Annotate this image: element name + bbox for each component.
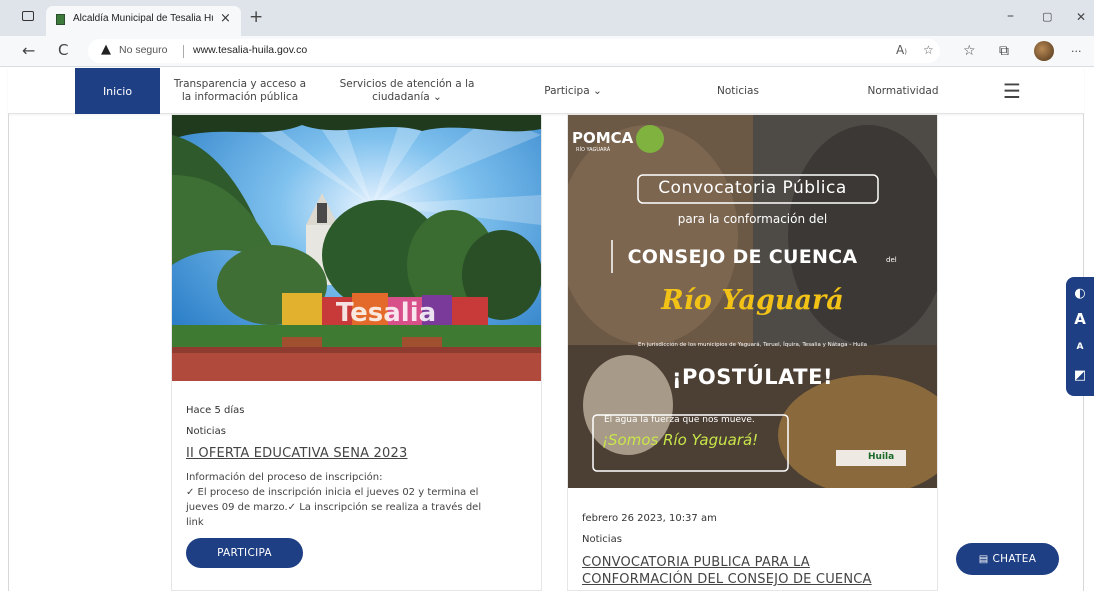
hamburger-menu-icon[interactable]: ☰ xyxy=(1003,79,1021,103)
tab-actions-icon[interactable] xyxy=(22,11,34,21)
browser-tab[interactable]: Alcaldía Municipal de Tesalia Hu × xyxy=(46,6,241,36)
participa-button[interactable]: PARTICIPA xyxy=(186,538,303,568)
poster-consejo: CONSEJO DE CUENCA xyxy=(627,246,858,268)
tesalia-park-photo[interactable]: Tesalia xyxy=(172,115,541,381)
card1-desc-line4: link xyxy=(186,517,204,528)
card2-title-line1[interactable]: CONVOCATORIA PUBLICA PARA LA xyxy=(582,555,810,570)
poster-jurisdiccion: En jurisdicción de los municipios de Yag… xyxy=(637,342,868,348)
card1-title-link[interactable]: II OFERTA EDUCATIVA SENA 2023 xyxy=(186,446,407,461)
nav-transparencia-line1: Transparencia y acceso a xyxy=(173,78,307,90)
nav-transparencia-line2: la información pública xyxy=(181,91,299,103)
nav-servicios-line2: ciudadanía ⌄ xyxy=(372,91,442,103)
nav-item-normatividad[interactable]: Normatividad xyxy=(858,68,948,114)
news-card-sena: Tesalia Hace 5 días Noticias II OFERTA E… xyxy=(171,114,542,591)
url-text[interactable]: www.tesalia-huila.gov.co xyxy=(193,44,307,56)
profile-avatar-icon[interactable] xyxy=(1034,41,1054,61)
poster-rio-yaguara: Río Yaguará xyxy=(661,285,844,316)
more-menu-icon[interactable]: ··· xyxy=(1071,45,1082,58)
nav-item-noticias[interactable]: Noticias xyxy=(698,68,778,114)
browser-address-bar: ← C ▲ No seguro www.tesalia-huila.gov.co… xyxy=(0,36,1094,67)
tab-close-icon[interactable]: × xyxy=(220,11,231,26)
card1-desc-line3: jueves 09 de marzo.✓ La inscripción se r… xyxy=(186,502,482,513)
read-aloud-icon[interactable]: A) xyxy=(896,43,907,57)
accessibility-toolbar: ◐ A A ◩ xyxy=(1066,277,1094,396)
nav-servicios-line1: Servicios de atención a la xyxy=(339,78,475,90)
url-omnibox[interactable]: ▲ No seguro www.tesalia-huila.gov.co A) … xyxy=(88,39,940,63)
reload-icon[interactable]: C xyxy=(58,41,68,59)
back-icon[interactable]: ← xyxy=(22,41,35,60)
card1-desc-line2: ✓ El proceso de inscripción inicia el ju… xyxy=(186,487,479,498)
warning-icon: ▲ xyxy=(101,42,111,57)
nav-item-servicios[interactable]: Servicios de atención a la ciudadanía ⌄ xyxy=(327,68,487,114)
site-navigation: Inicio Transparencia y acceso a la infor… xyxy=(8,68,1084,114)
not-secure-label: No seguro xyxy=(119,44,168,56)
convocatoria-poster[interactable]: POMCA RÍO YAGUARÁ Convocatoria Pública p… xyxy=(568,115,937,488)
poster-huila-logo: Huila xyxy=(868,452,895,462)
close-window-icon[interactable]: ✕ xyxy=(1076,10,1086,24)
card1-description: Información del proceso de inscripción: … xyxy=(186,470,531,530)
photo-sign-text: Tesalia xyxy=(336,298,436,328)
chat-button[interactable]: ▤ CHATEA xyxy=(956,543,1059,575)
card2-category[interactable]: Noticias xyxy=(582,534,622,545)
collections-icon[interactable]: ⧉ xyxy=(999,43,1009,59)
accessibility-extra-icon[interactable]: ◩ xyxy=(1070,365,1090,385)
card1-category[interactable]: Noticias xyxy=(186,426,226,437)
chat-icon: ▤ xyxy=(978,553,989,565)
new-tab-icon[interactable]: + xyxy=(249,7,263,27)
news-card-convocatoria: POMCA RÍO YAGUARÁ Convocatoria Pública p… xyxy=(567,114,938,591)
nav-item-transparencia[interactable]: Transparencia y acceso a la información … xyxy=(165,68,315,114)
contrast-icon[interactable]: ◐ xyxy=(1070,283,1090,303)
increase-font-icon[interactable]: A xyxy=(1070,309,1090,329)
favorites-icon[interactable]: ☆ xyxy=(963,43,976,59)
card1-time: Hace 5 días xyxy=(186,405,245,416)
chat-label: CHATEA xyxy=(992,553,1037,565)
minimize-icon[interactable]: – xyxy=(1007,8,1014,24)
card2-title-line2[interactable]: CONFORMACIÓN DEL CONSEJO DE CUENCA xyxy=(582,572,872,587)
poster-agua: El agua la fuerza que nos mueve. xyxy=(604,415,755,425)
tab-title: Alcaldía Municipal de Tesalia Hu xyxy=(73,13,213,24)
card2-date: febrero 26 2023, 10:37 am xyxy=(582,513,717,524)
poster-del: del xyxy=(886,256,897,264)
nav-item-participa[interactable]: Participa ⌄ xyxy=(528,68,618,114)
pomca-logo-text: POMCA xyxy=(572,129,634,147)
omnibox-separator xyxy=(183,45,184,58)
card1-desc-line1: Información del proceso de inscripción: xyxy=(186,472,383,483)
decrease-font-icon[interactable]: A xyxy=(1070,337,1090,357)
restore-icon[interactable]: ▢ xyxy=(1042,10,1052,23)
poster-para: para la conformación del xyxy=(677,212,828,226)
nav-item-inicio[interactable]: Inicio xyxy=(75,68,160,114)
poster-postulate: ¡POSTÚLATE! xyxy=(671,365,834,389)
add-favorite-icon[interactable]: ☆ xyxy=(923,43,934,57)
pomca-logo-subtext: RÍO YAGUARÁ xyxy=(576,147,611,153)
browser-tab-bar: Alcaldía Municipal de Tesalia Hu × + – ▢… xyxy=(0,0,1094,36)
page-left-border xyxy=(8,114,9,591)
poster-somos: ¡Somos Río Yaguará! xyxy=(602,431,759,449)
poster-convocatoria: Convocatoria Pública xyxy=(658,178,847,198)
site-favicon-icon xyxy=(56,14,65,25)
